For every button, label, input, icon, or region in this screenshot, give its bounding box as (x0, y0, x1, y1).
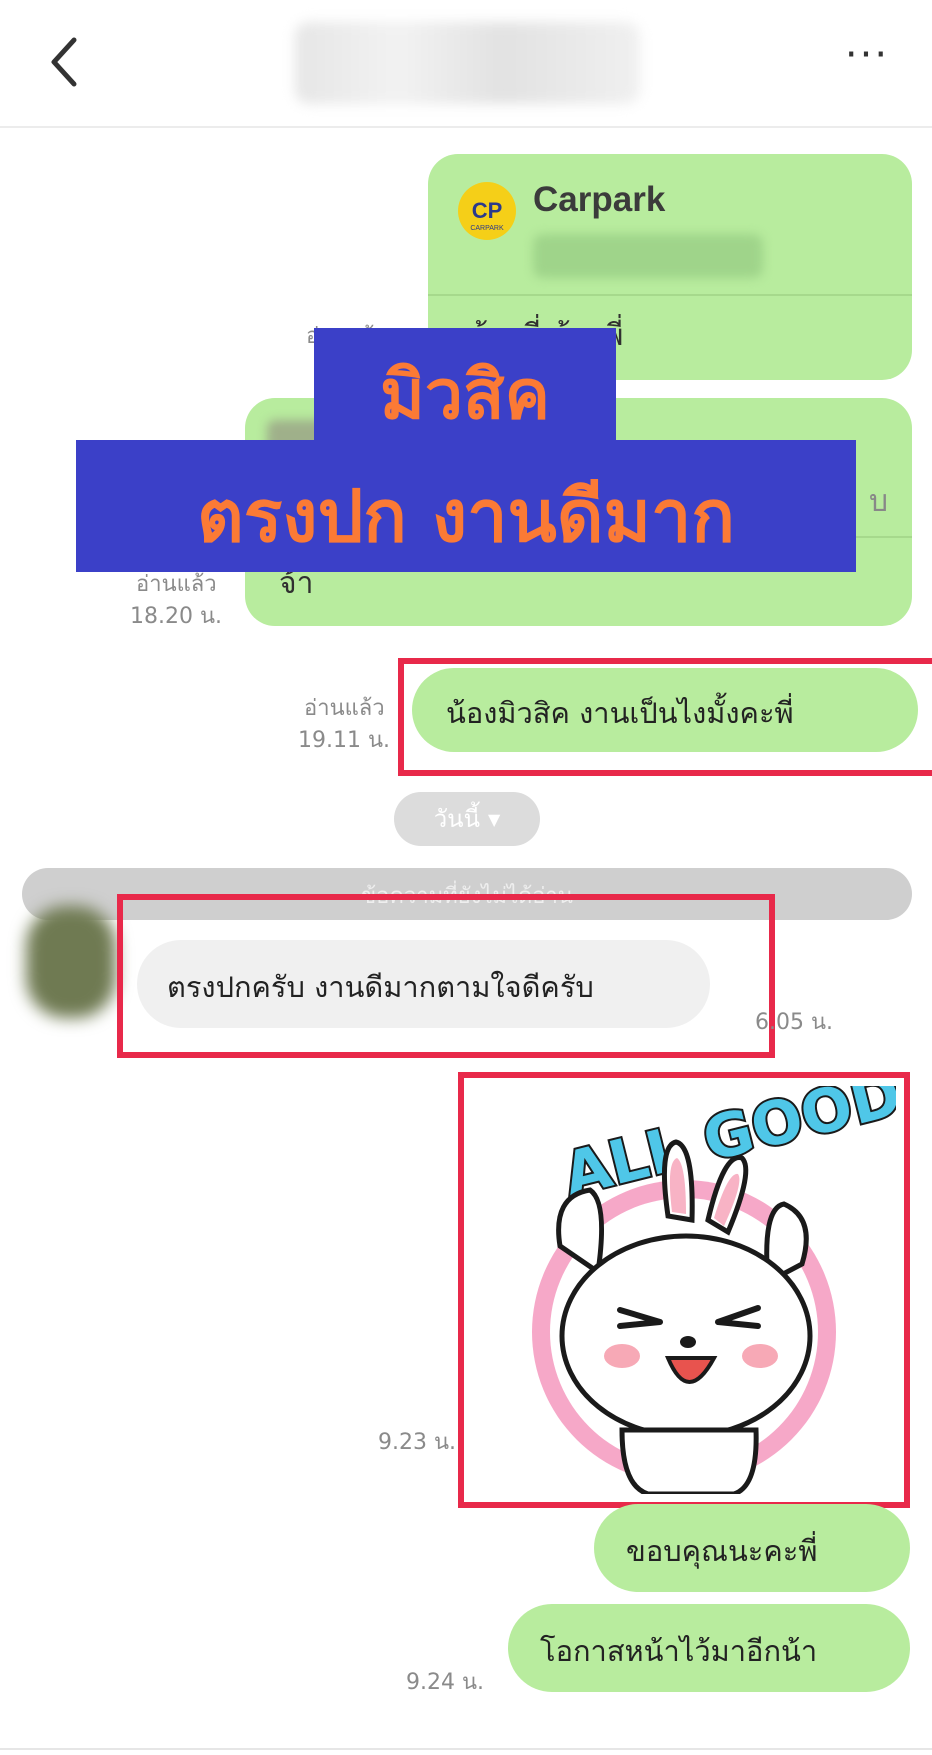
svg-text:CP: CP (472, 198, 503, 223)
highlight-frame (117, 894, 775, 1058)
banner-line-1: มิวสิค (380, 356, 550, 435)
back-button[interactable] (40, 30, 96, 94)
farewell-message[interactable]: โอกาสหน้าไว้มาอีกน้า (508, 1604, 910, 1692)
card-side-text: บ (868, 484, 888, 519)
read-receipt: อ่านแล้ว (304, 696, 385, 721)
more-options-button[interactable]: ··· (838, 35, 896, 80)
message-time: 9.24 น. (406, 1670, 485, 1695)
date-pill-label: วันนี้ (433, 805, 480, 833)
message-text: ขอบคุณนะคะพี่ (626, 1534, 818, 1568)
message-time: 18.20 น. (130, 604, 223, 629)
chevron-left-icon (51, 37, 77, 87)
highlight-frame (458, 1072, 910, 1508)
bottom-divider (0, 1748, 932, 1750)
highlight-frame (398, 658, 932, 776)
banner-subtitle: ตรงปก งานดีมาก (76, 440, 856, 572)
card-sender-name: Carpark (533, 180, 666, 219)
avatar[interactable] (26, 906, 116, 1018)
thanks-message[interactable]: ขอบคุณนะคะพี่ (594, 1504, 910, 1592)
svg-text:CARPARK: CARPARK (470, 225, 504, 232)
chat-header: ··· (0, 0, 932, 128)
date-pill-today[interactable]: วันนี้ ▼ (394, 792, 540, 846)
message-time: 19.11 น. (298, 728, 391, 753)
carpark-logo: CP CARPARK (458, 182, 516, 240)
banner-line-2: ตรงปก งานดีมาก (197, 474, 735, 558)
card-subtitle-blurred (533, 234, 763, 278)
caret-down-icon: ▼ (487, 810, 501, 829)
banner-title: มิวสิค (314, 328, 616, 446)
message-text: โอกาสหน้าไว้มาอีกน้า (540, 1634, 818, 1668)
card-divider (428, 294, 912, 296)
message-time: 9.23 น. (378, 1430, 457, 1455)
chat-title-blurred (295, 22, 640, 104)
message-time: 6.05 น. (755, 1010, 834, 1035)
